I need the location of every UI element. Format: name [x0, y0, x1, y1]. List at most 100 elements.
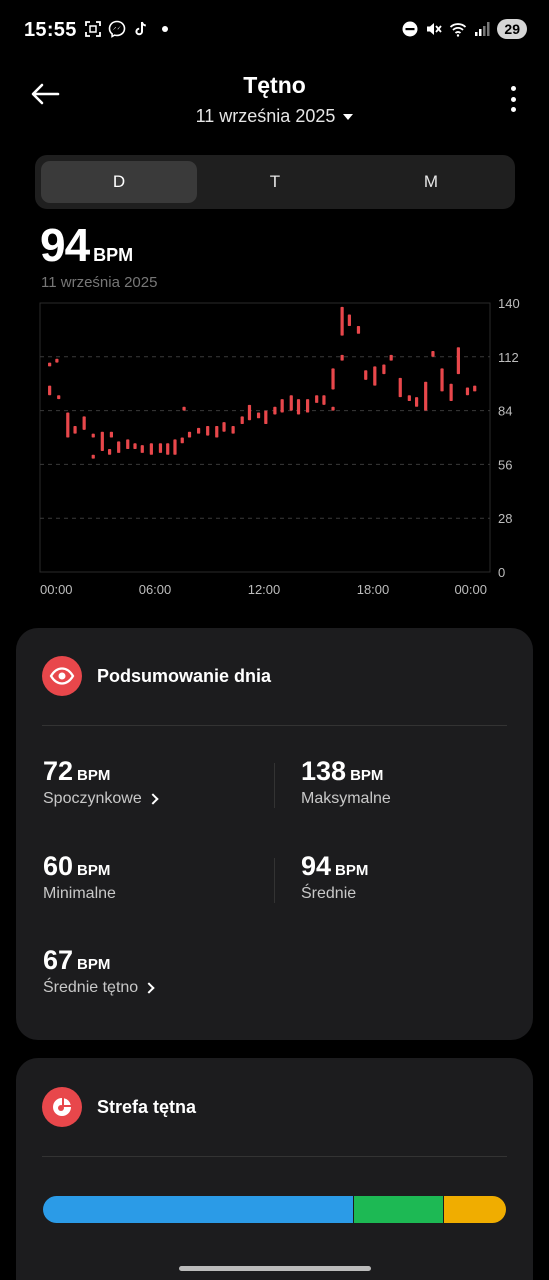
- y-tick-label: 84: [498, 404, 512, 419]
- page-title: Tętno: [243, 72, 306, 98]
- divider: [42, 725, 507, 726]
- hr-range-mark: [126, 439, 130, 450]
- hr-range-mark: [48, 385, 52, 396]
- period-tabs: D T M: [35, 155, 515, 209]
- hr-range-mark: [215, 425, 219, 438]
- x-tick-label: 00:00: [40, 582, 73, 597]
- chevron-right-icon: [143, 982, 155, 994]
- stat-resting[interactable]: 72 BPM Spoczynkowe: [43, 756, 159, 808]
- hr-range-mark: [473, 385, 477, 392]
- current-value-date: 11 września 2025: [41, 274, 158, 291]
- stat-max: 138 BPM Maksymalne: [301, 756, 391, 808]
- stat-average: 94 BPM Średnie: [301, 851, 368, 903]
- tab-month[interactable]: M: [353, 161, 509, 203]
- stat-unit: BPM: [350, 767, 384, 784]
- screenshot-icon: [85, 21, 101, 37]
- zone-icon: [42, 1087, 82, 1127]
- zone-segment: [43, 1196, 354, 1223]
- stat-label: Średnie tętno: [43, 979, 139, 996]
- hr-range-mark: [158, 443, 163, 453]
- hr-range-mark: [306, 399, 310, 413]
- hr-range-mark: [109, 431, 113, 438]
- stat-label: Spoczynkowe: [43, 790, 142, 807]
- y-tick-label: 56: [498, 457, 512, 472]
- hr-range-mark: [322, 395, 326, 405]
- hr-range-mark: [107, 449, 112, 455]
- home-indicator[interactable]: [179, 1266, 371, 1271]
- stat-value: 67: [43, 945, 74, 975]
- tab-week[interactable]: T: [197, 161, 353, 203]
- hr-range-mark: [373, 366, 377, 386]
- current-bpm-unit: BPM: [93, 245, 134, 265]
- hr-range-mark: [440, 368, 444, 392]
- status-bar: 15:55 29: [0, 0, 549, 60]
- eye-icon: [42, 656, 82, 696]
- x-tick-label: 06:00: [139, 582, 172, 597]
- hr-range-mark: [280, 399, 284, 413]
- y-tick-label: 28: [498, 511, 512, 526]
- hr-range-mark: [206, 425, 210, 436]
- hr-range-mark: [166, 443, 170, 455]
- signal-icon: [475, 22, 490, 36]
- day-summary-title: Podsumowanie dnia: [97, 665, 272, 686]
- battery-indicator: 29: [497, 19, 527, 39]
- hr-range-mark: [465, 387, 470, 396]
- messenger-icon: [108, 20, 126, 38]
- hr-range-mark: [331, 406, 335, 411]
- chevron-right-icon: [147, 793, 159, 805]
- hr-range-mark: [347, 314, 351, 327]
- stat-unit: BPM: [77, 767, 111, 784]
- hr-range-mark: [456, 347, 460, 375]
- hr-range-mark: [340, 354, 344, 361]
- caret-down-icon: [343, 114, 354, 121]
- stat-label: Średnie: [301, 885, 357, 902]
- stat-value: 94: [301, 851, 332, 881]
- stat-label: Maksymalne: [301, 790, 391, 807]
- x-tick-label: 00:00: [454, 582, 487, 597]
- hr-range-mark: [66, 412, 70, 438]
- y-tick-label: 0: [498, 565, 505, 580]
- mute-icon: [427, 23, 443, 35]
- divider: [42, 1156, 507, 1157]
- hr-range-mark: [133, 443, 137, 450]
- hr-range-mark: [100, 431, 104, 451]
- zone-card-title: Strefa tętna: [97, 1096, 197, 1117]
- hr-range-mark: [182, 406, 186, 411]
- date-picker-label: 11 września 2025: [195, 106, 336, 126]
- hr-range-mark: [231, 425, 235, 434]
- heart-rate-zone-card[interactable]: Strefa tętna: [16, 1058, 533, 1280]
- hr-range-mark: [415, 397, 419, 407]
- hr-range-mark: [256, 412, 261, 419]
- hr-range-mark: [382, 364, 386, 375]
- date-picker[interactable]: 11 września 2025: [0, 106, 549, 127]
- hr-range-mark: [48, 362, 52, 367]
- hr-range-mark: [424, 381, 428, 411]
- divider-vertical: [274, 763, 275, 808]
- zone-distribution-bar: [43, 1196, 506, 1223]
- dnd-icon: [402, 21, 418, 37]
- stat-label: Minimalne: [43, 885, 116, 902]
- stat-average-hr[interactable]: 67 BPM Średnie tętno: [43, 945, 155, 997]
- stat-value: 72: [43, 756, 74, 786]
- hr-range-mark: [364, 370, 368, 380]
- hr-range-mark: [149, 443, 153, 455]
- hr-range-mark: [73, 425, 77, 434]
- hr-range-mark: [57, 395, 61, 400]
- chart-frame: [39, 302, 491, 573]
- hr-range-mark: [273, 406, 277, 415]
- more-options-icon[interactable]: [509, 86, 517, 112]
- zone-segment: [353, 1196, 444, 1223]
- hr-range-mark: [82, 416, 86, 430]
- stat-value: 138: [301, 756, 347, 786]
- hr-range-mark: [356, 326, 361, 334]
- hr-range-mark: [296, 399, 301, 415]
- current-bpm-value: 94: [40, 219, 90, 271]
- hr-range-mark: [91, 433, 95, 438]
- x-tick-label: 18:00: [357, 582, 390, 597]
- hr-range-mark: [222, 422, 226, 432]
- heart-rate-chart[interactable]: 140 112 84 56 28 0 00:00 06:00 12:00 18:00 00:00: [0, 290, 549, 610]
- tiktok-icon: [135, 21, 146, 36]
- tab-day[interactable]: D: [41, 161, 197, 203]
- day-summary-card: Podsumowanie dnia 72 BPM Spoczynkowe 138 B…: [16, 628, 533, 1040]
- hr-range-mark: [340, 306, 344, 336]
